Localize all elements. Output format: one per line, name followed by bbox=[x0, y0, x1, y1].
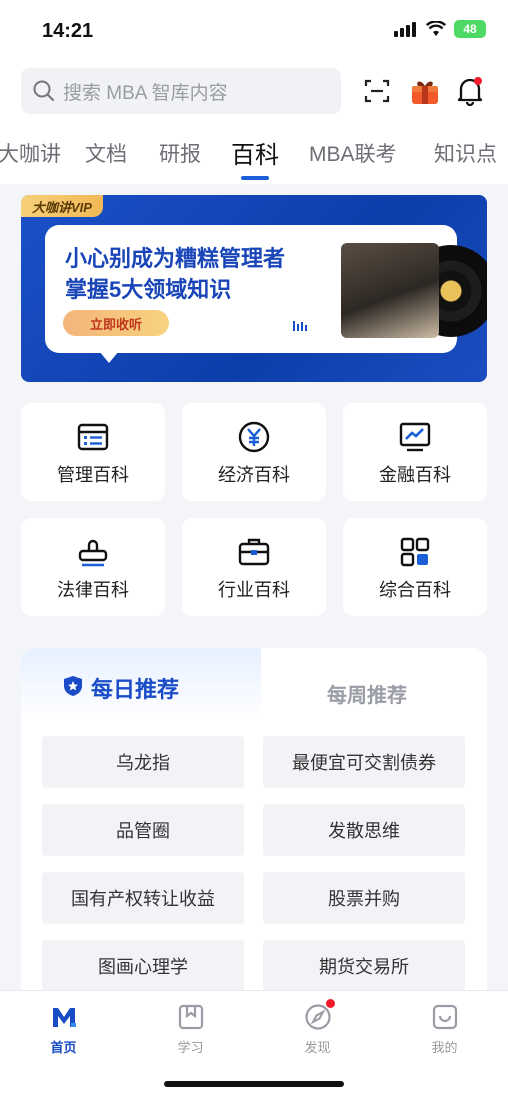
battery-indicator: 48 bbox=[454, 20, 486, 38]
home-m-icon bbox=[53, 1008, 76, 1027]
signal-icon bbox=[394, 22, 416, 37]
recommend-panel: 每日推荐 每周推荐 乌龙指 最便宜可交割债券 品管圈 发散思维 国有产权转让收益… bbox=[21, 648, 487, 1008]
chart-monitor-icon bbox=[399, 422, 431, 452]
banner-title: 小心别成为糟糕管理者 掌握5大领域知识 bbox=[65, 243, 285, 305]
writing-person-image bbox=[341, 243, 439, 338]
scan-icon[interactable] bbox=[360, 74, 394, 108]
status-bar: 14:21 48 bbox=[0, 0, 508, 60]
notification-dot bbox=[326, 999, 335, 1008]
nav-label: 我的 bbox=[431, 1040, 458, 1055]
grid-apps-icon bbox=[400, 537, 430, 567]
shield-star-icon bbox=[64, 676, 82, 696]
nav-profile[interactable]: 我的 bbox=[381, 991, 508, 1063]
list-document-icon bbox=[77, 423, 109, 451]
tab-encyclopedia[interactable]: 百科 bbox=[231, 135, 279, 170]
banner-title-line2: 掌握5大领域知识 bbox=[65, 277, 232, 302]
tab-reports[interactable]: 研报 bbox=[159, 138, 201, 168]
tab-dakajiang[interactable]: 大咖讲 bbox=[0, 138, 61, 168]
tab-mba-exam[interactable]: MBA联考 bbox=[309, 138, 397, 168]
listen-now-button[interactable]: 立即收听 bbox=[63, 310, 169, 336]
recommend-item[interactable]: 图画心理学 bbox=[42, 940, 244, 992]
tab-documents[interactable]: 文档 bbox=[85, 138, 127, 168]
nav-home[interactable]: 首页 bbox=[0, 991, 127, 1063]
banner-card: 小心别成为糟糕管理者 掌握5大领域知识 立即收听 bbox=[45, 225, 487, 353]
banner-card-tail bbox=[99, 351, 119, 363]
recommend-item[interactable]: 品管圈 bbox=[42, 804, 244, 856]
nav-label: 首页 bbox=[50, 1040, 77, 1055]
daily-recommend-label: 每日推荐 bbox=[91, 677, 180, 702]
category-industry[interactable]: 行业百科 bbox=[182, 518, 326, 616]
category-economics[interactable]: 经济百科 bbox=[182, 403, 326, 501]
search-placeholder: 搜索 MBA 智库内容 bbox=[63, 82, 228, 104]
recommend-item[interactable]: 股票并购 bbox=[263, 872, 465, 924]
vip-tag: 大咖讲VIP bbox=[21, 195, 103, 217]
category-tabs: 大咖讲 文档 研报 百科 MBA联考 知识点 bbox=[0, 124, 508, 184]
recommend-item[interactable]: 期货交易所 bbox=[263, 940, 465, 992]
nav-label: 学习 bbox=[177, 1040, 204, 1055]
gift-icon[interactable] bbox=[408, 74, 442, 108]
nav-discover[interactable]: 发现 bbox=[254, 991, 381, 1063]
category-label: 管理百科 bbox=[57, 465, 129, 485]
category-label: 法律百科 bbox=[57, 580, 129, 600]
profile-icon bbox=[432, 1004, 458, 1030]
category-law[interactable]: 法律百科 bbox=[21, 518, 165, 616]
tab-weekly-recommend[interactable]: 每周推荐 bbox=[327, 679, 407, 708]
category-label: 金融百科 bbox=[379, 465, 451, 485]
category-label: 综合百科 bbox=[379, 580, 451, 600]
search-input[interactable]: 搜索 MBA 智库内容 bbox=[21, 68, 341, 114]
category-label: 行业百科 bbox=[218, 580, 290, 600]
category-management[interactable]: 管理百科 bbox=[21, 403, 165, 501]
promo-banner[interactable]: 大咖讲VIP 小心别成为糟糕管理者 掌握5大领域知识 立即收听 bbox=[21, 195, 487, 382]
nav-study[interactable]: 学习 bbox=[127, 991, 254, 1063]
yuan-coin-icon bbox=[238, 421, 270, 453]
book-icon bbox=[178, 1004, 204, 1030]
banner-title-line1: 小心别成为糟糕管理者 bbox=[65, 246, 286, 271]
category-label: 经济百科 bbox=[218, 465, 290, 485]
category-general[interactable]: 综合百科 bbox=[343, 518, 487, 616]
home-indicator bbox=[164, 1081, 344, 1087]
active-tab-indicator bbox=[241, 176, 269, 180]
briefcase-icon bbox=[238, 538, 270, 566]
bell-icon[interactable] bbox=[453, 74, 487, 108]
audio-bars-icon bbox=[293, 321, 307, 331]
tab-knowledge-points[interactable]: 知识点 bbox=[434, 138, 497, 168]
category-finance[interactable]: 金融百科 bbox=[343, 403, 487, 501]
search-icon bbox=[33, 80, 55, 102]
tab-daily-recommend[interactable]: 每日推荐 bbox=[21, 648, 261, 720]
header: 搜索 MBA 智库内容 大咖讲 文档 研报 百科 MBA联考 知识点 bbox=[0, 60, 508, 184]
stamp-icon bbox=[78, 539, 108, 567]
status-time: 14:21 bbox=[42, 20, 94, 42]
recommend-item[interactable]: 国有产权转让收益 bbox=[42, 872, 244, 924]
recommend-item[interactable]: 最便宜可交割债券 bbox=[263, 736, 465, 788]
nav-label: 发现 bbox=[304, 1040, 331, 1055]
status-icons: 48 bbox=[394, 20, 486, 38]
recommend-item[interactable]: 乌龙指 bbox=[42, 736, 244, 788]
wifi-icon bbox=[426, 21, 446, 36]
recommend-item[interactable]: 发散思维 bbox=[263, 804, 465, 856]
